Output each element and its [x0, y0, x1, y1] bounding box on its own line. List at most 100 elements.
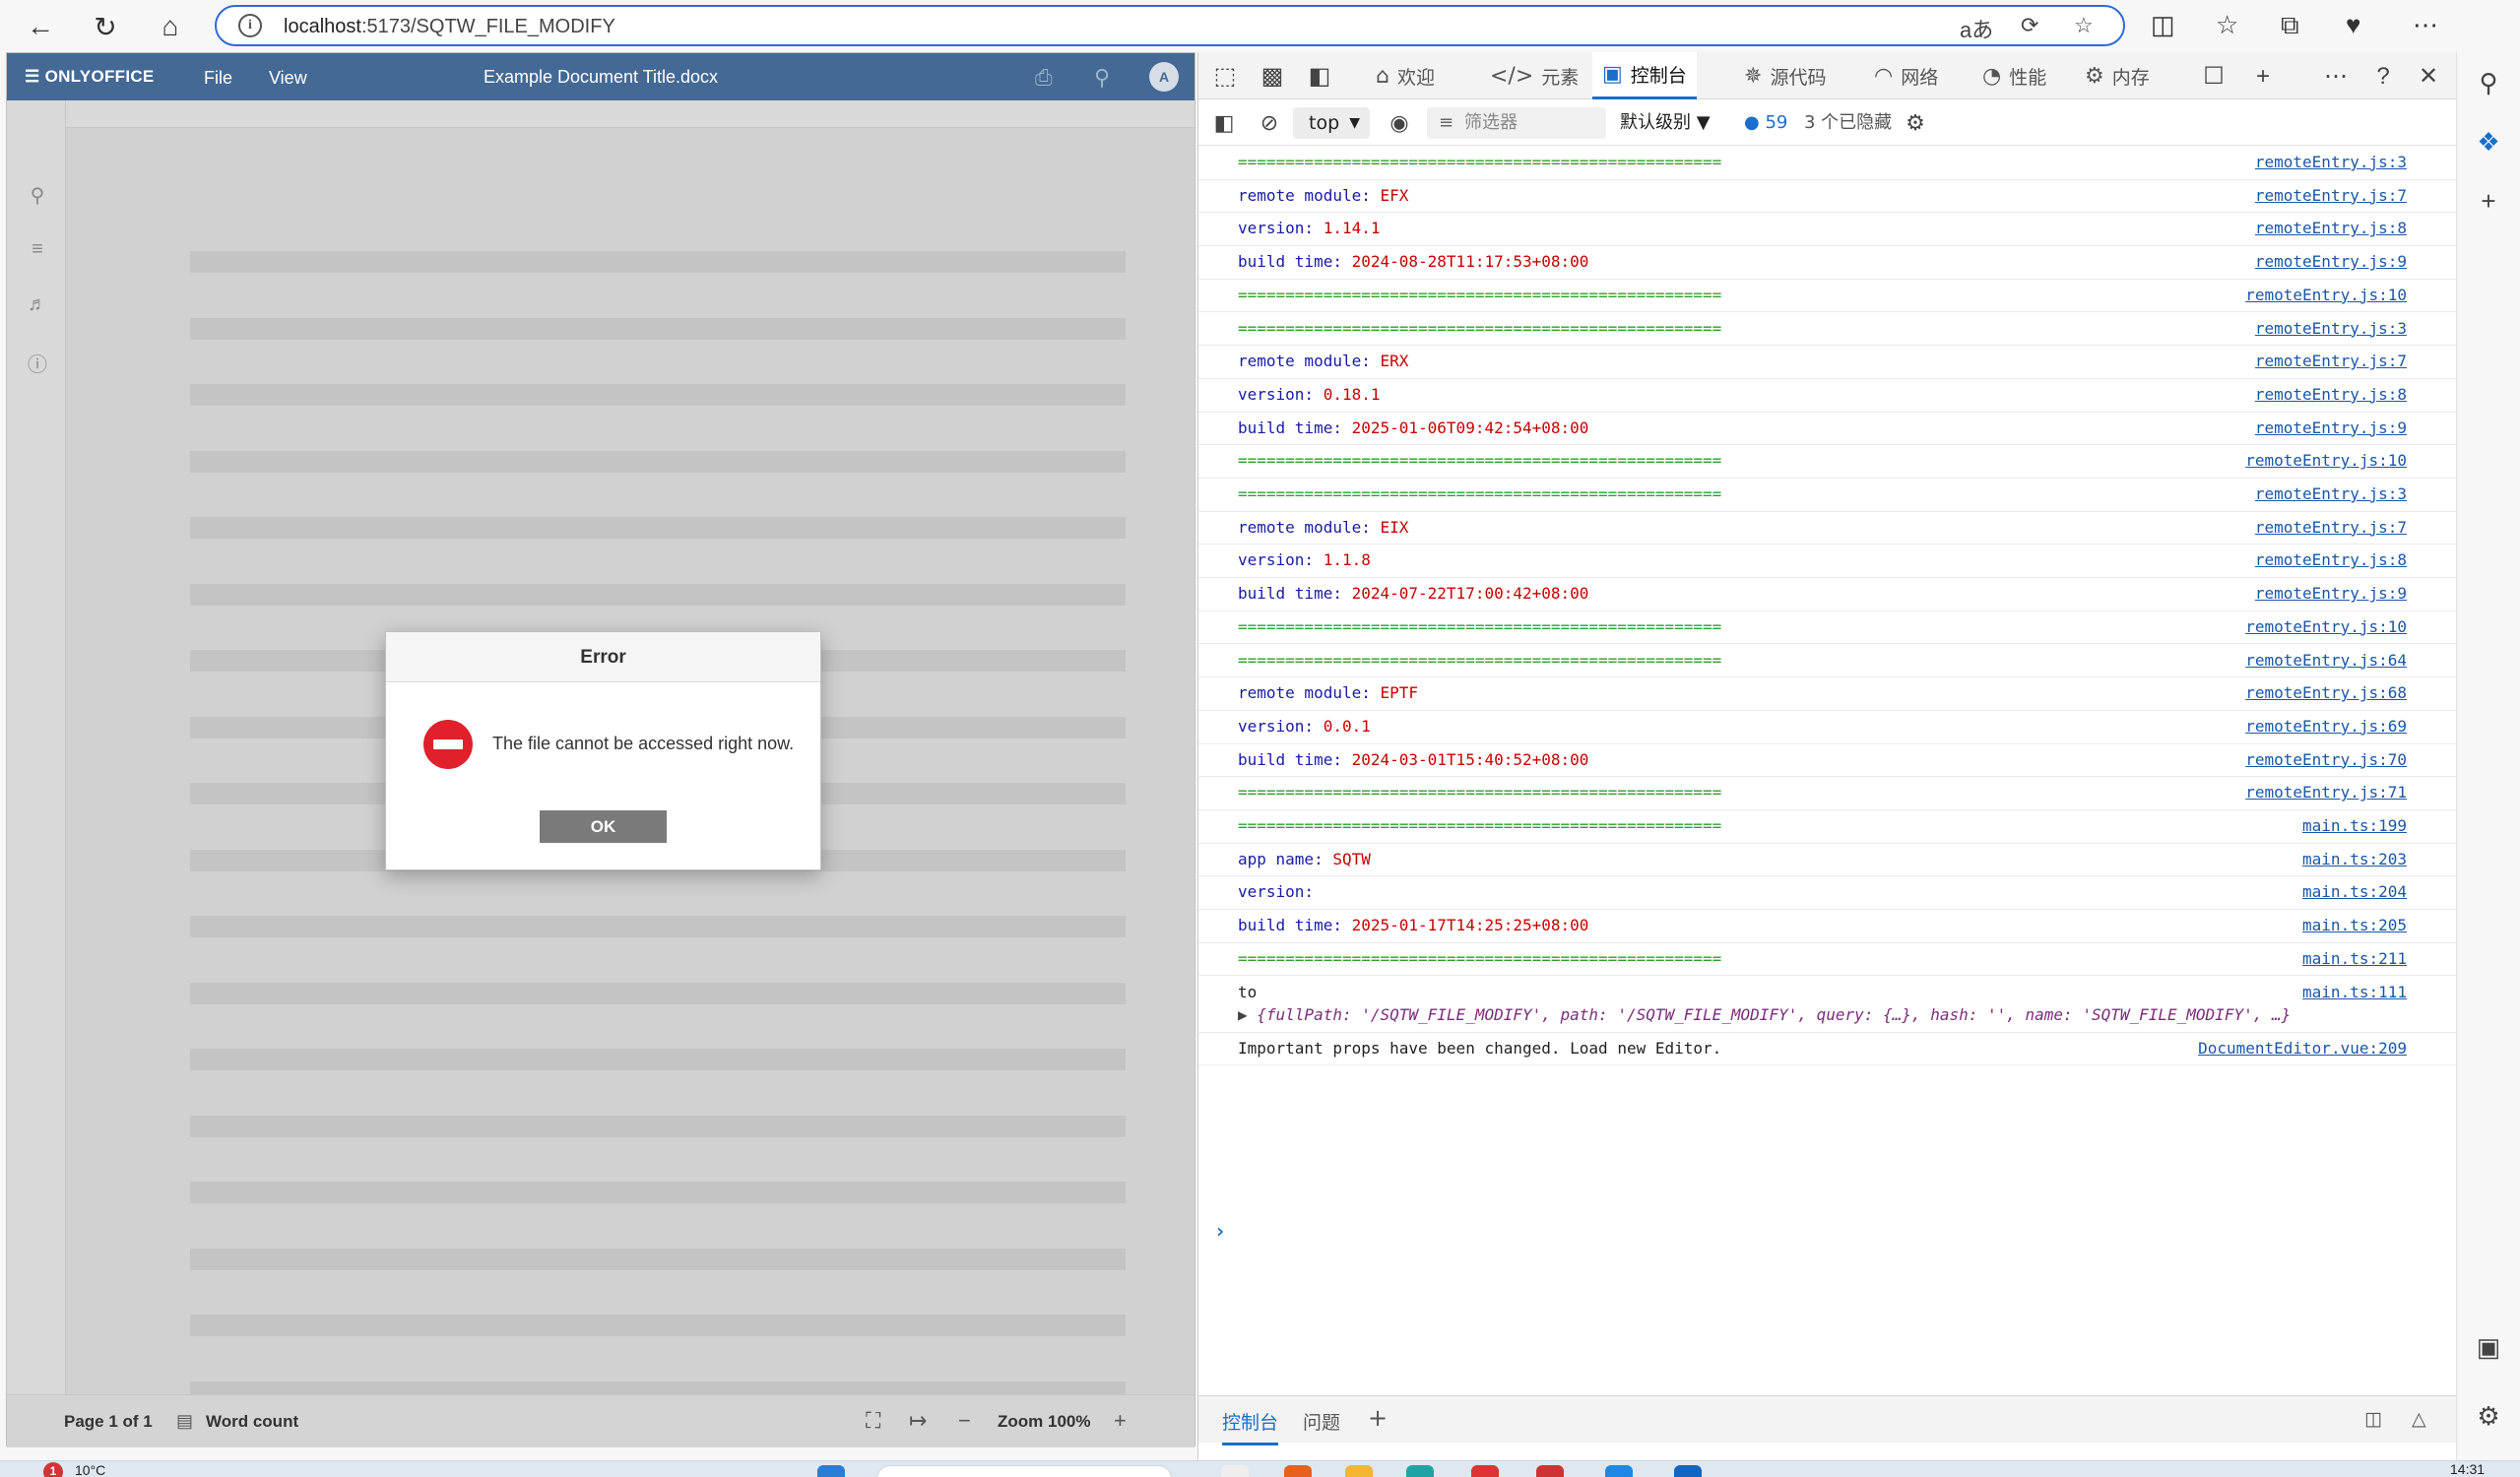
- dock-icon[interactable]: ◧: [1305, 62, 1334, 92]
- source-link[interactable]: main.ts:211: [2302, 949, 2407, 968]
- refresh-page-icon[interactable]: ⟳: [2021, 13, 2038, 38]
- source-link[interactable]: remoteEntry.js:68: [2245, 683, 2407, 702]
- source-link[interactable]: remoteEntry.js:70: [2245, 750, 2407, 769]
- inspect-icon[interactable]: ⬚: [1210, 62, 1240, 92]
- menu-file[interactable]: File: [204, 68, 232, 89]
- message-count-badge[interactable]: ● 59: [1744, 107, 1787, 139]
- console-settings-icon[interactable]: ⚙: [1902, 109, 1929, 137]
- more-menu-icon[interactable]: ⋯: [2413, 10, 2438, 40]
- devtools-tab[interactable]: ◔ 性能: [1972, 52, 2056, 99]
- taskbar-search-box[interactable]: [876, 1465, 1172, 1477]
- console-object[interactable]: ▶ {fullPath: '/SQTW_FILE_MODIFY', path: …: [1238, 1005, 2291, 1024]
- source-link[interactable]: remoteEntry.js:3: [2255, 319, 2407, 338]
- console-output[interactable]: › ======================================…: [1198, 147, 2456, 1348]
- address-bar[interactable]: i localhost:5173/SQTW_FILE_MODIFY aあ ⟳ ☆: [215, 5, 2125, 46]
- favorites-icon[interactable]: ☆: [2216, 10, 2238, 40]
- source-link[interactable]: DocumentEditor.vue:209: [2198, 1039, 2407, 1058]
- site-info-icon[interactable]: i: [238, 14, 262, 37]
- sidebar-settings-icon[interactable]: ⚙: [2473, 1401, 2504, 1433]
- sidebar-toggle-icon[interactable]: ◧: [1210, 109, 1238, 137]
- zoom-in-icon[interactable]: +: [1114, 1408, 1127, 1434]
- source-link[interactable]: remoteEntry.js:3: [2255, 153, 2407, 171]
- task-view-icon[interactable]: [1221, 1465, 1249, 1477]
- devtools-tab[interactable]: ⚙ 内存: [2075, 52, 2160, 99]
- clock-time[interactable]: 14:31: [2450, 1461, 2485, 1477]
- help-icon[interactable]: ?: [2368, 62, 2398, 92]
- search-icon[interactable]: ⚲: [1094, 65, 1110, 91]
- speaker-icon[interactable]: ♬: [25, 293, 50, 319]
- drawer-tab-issues[interactable]: 问题: [1303, 1408, 1340, 1435]
- source-link[interactable]: remoteEntry.js:9: [2255, 418, 2407, 437]
- app-icon-3[interactable]: [1536, 1465, 1564, 1477]
- drawer-tab-console[interactable]: 控制台: [1222, 1408, 1279, 1445]
- devtools-more-icon[interactable]: ⋯: [2321, 62, 2351, 92]
- source-link[interactable]: remoteEntry.js:10: [2245, 617, 2407, 636]
- source-link[interactable]: remoteEntry.js:9: [2255, 252, 2407, 271]
- refresh-icon[interactable]: ↻: [83, 4, 128, 49]
- search-panel-icon[interactable]: ⚲: [25, 183, 50, 209]
- live-expression-eye-icon[interactable]: ◉: [1386, 109, 1413, 137]
- source-link[interactable]: remoteEntry.js:7: [2255, 186, 2407, 205]
- devtools-tab[interactable]: ✵ 源代码: [1734, 52, 1836, 99]
- device-emulation-icon[interactable]: ▩: [1258, 62, 1287, 92]
- app-icon-2[interactable]: [1471, 1465, 1499, 1477]
- app-icon-1[interactable]: [1284, 1465, 1312, 1477]
- source-link[interactable]: remoteEntry.js:8: [2255, 385, 2407, 404]
- back-icon[interactable]: ←: [18, 4, 63, 49]
- source-link[interactable]: remoteEntry.js:64: [2245, 651, 2407, 670]
- edge-browser-icon[interactable]: [1406, 1465, 1434, 1477]
- source-link[interactable]: remoteEntry.js:71: [2245, 783, 2407, 802]
- source-link[interactable]: remoteEntry.js:9: [2255, 584, 2407, 603]
- drawer-undock-icon[interactable]: ◫: [2364, 1408, 2382, 1430]
- source-link[interactable]: remoteEntry.js:7: [2255, 518, 2407, 537]
- source-link[interactable]: remoteEntry.js:10: [2245, 451, 2407, 470]
- start-button-icon[interactable]: [817, 1465, 845, 1477]
- screenshot-icon[interactable]: ▣: [2473, 1332, 2504, 1364]
- source-link[interactable]: main.ts:205: [2302, 916, 2407, 934]
- log-level-select[interactable]: 默认级别 ▼: [1620, 107, 1711, 139]
- clear-console-icon[interactable]: ⊘: [1256, 109, 1283, 137]
- devtools-tab[interactable]: </> 元素: [1480, 52, 1588, 99]
- navigation-icon[interactable]: ≡: [25, 238, 50, 264]
- source-link[interactable]: main.ts:199: [2302, 816, 2407, 835]
- add-tab-icon[interactable]: +: [2248, 62, 2278, 92]
- read-aloud-icon[interactable]: aあ: [1960, 13, 1993, 44]
- devtools-tab[interactable]: ⌂ 欢迎: [1366, 52, 1445, 99]
- word-count-button[interactable]: Word count: [206, 1412, 298, 1432]
- source-link[interactable]: remoteEntry.js:10: [2245, 286, 2407, 304]
- app-icon-5[interactable]: [1674, 1465, 1702, 1477]
- ok-button[interactable]: OK: [540, 810, 667, 843]
- context-select[interactable]: top ▼: [1293, 107, 1370, 139]
- source-link[interactable]: remoteEntry.js:3: [2255, 484, 2407, 503]
- source-link[interactable]: main.ts:111: [2302, 983, 2407, 1001]
- home-icon[interactable]: ⌂: [148, 4, 193, 49]
- devtools-tab[interactable]: ◠ 网络: [1864, 52, 1948, 99]
- devtools-tab[interactable]: ▣ 控制台: [1592, 52, 1697, 99]
- zoom-out-icon[interactable]: −: [958, 1408, 971, 1434]
- copilot-icon[interactable]: ❖: [2473, 127, 2504, 159]
- source-link[interactable]: remoteEntry.js:69: [2245, 717, 2407, 736]
- sidebar-search-icon[interactable]: ⚲: [2473, 68, 2504, 99]
- browser-essentials-icon[interactable]: ♥: [2346, 10, 2360, 40]
- source-link[interactable]: main.ts:204: [2302, 882, 2407, 901]
- filter-input[interactable]: ≡ 筛选器: [1427, 107, 1606, 139]
- file-explorer-icon[interactable]: [1345, 1465, 1373, 1477]
- drawer-collapse-icon[interactable]: △: [2412, 1408, 2426, 1430]
- source-link[interactable]: remoteEntry.js:8: [2255, 219, 2407, 237]
- menu-view[interactable]: View: [269, 68, 307, 89]
- drawer-add-icon[interactable]: +: [1368, 1404, 1388, 1432]
- app-icon-4[interactable]: [1605, 1465, 1633, 1477]
- favorite-star-icon[interactable]: ☆: [2074, 13, 2094, 38]
- url-text[interactable]: localhost:5173/SQTW_FILE_MODIFY: [284, 16, 615, 38]
- fit-page-icon[interactable]: ⛶: [866, 1408, 880, 1434]
- expand-triangle-icon[interactable]: ▶: [1238, 1005, 1257, 1024]
- close-devtools-icon[interactable]: ✕: [2414, 62, 2443, 92]
- window-icon[interactable]: ☐: [2199, 62, 2229, 92]
- sidebar-add-icon[interactable]: +: [2473, 186, 2504, 218]
- collections-icon[interactable]: ⧉: [2281, 10, 2299, 41]
- source-link[interactable]: remoteEntry.js:8: [2255, 550, 2407, 569]
- console-prompt-icon[interactable]: ›: [1214, 1219, 1226, 1243]
- fit-width-icon[interactable]: ↦: [909, 1408, 927, 1434]
- user-avatar[interactable]: A: [1149, 62, 1179, 92]
- split-screen-icon[interactable]: ◫: [2151, 10, 2175, 40]
